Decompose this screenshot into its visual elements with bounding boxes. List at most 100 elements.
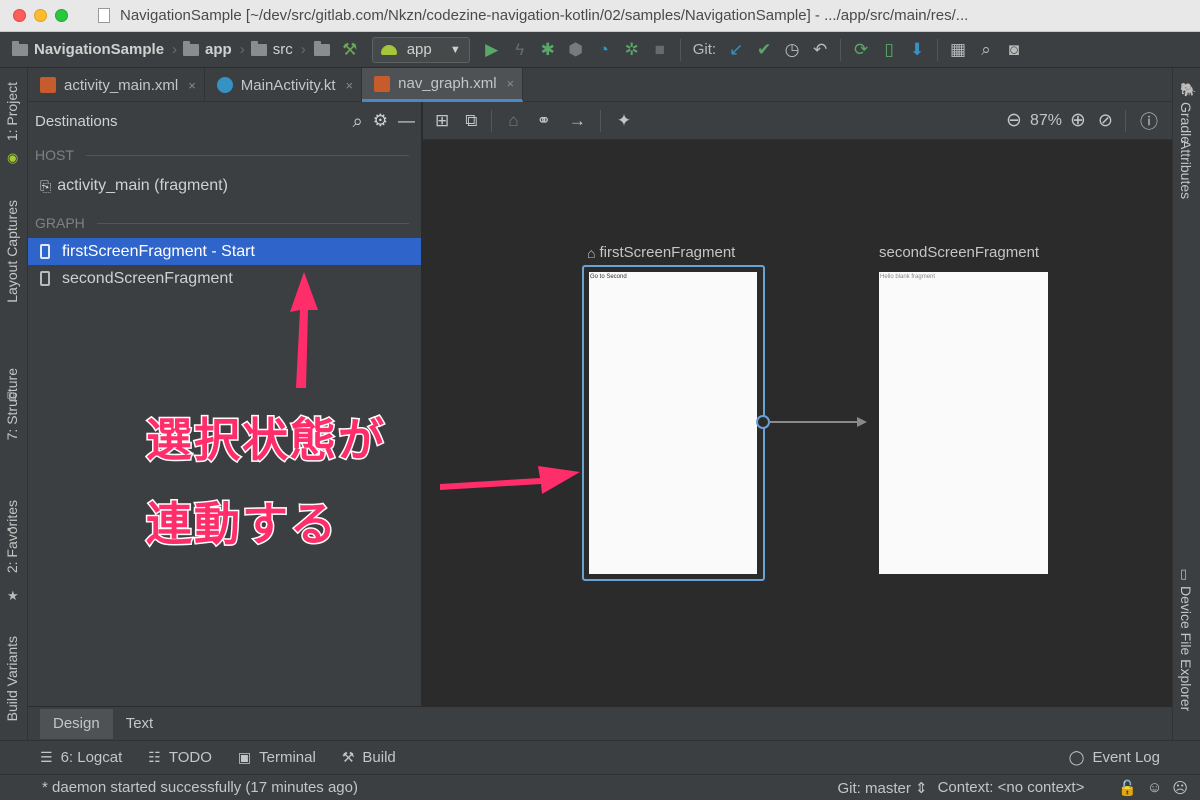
- happy-face-icon[interactable]: ☺: [1147, 779, 1162, 796]
- first-fragment-label: firstScreenFragment: [599, 244, 736, 261]
- chevron-right-icon: ›: [239, 41, 245, 58]
- git-revert-icon[interactable]: ↶: [806, 36, 834, 64]
- layout-file-icon: ⎘: [40, 177, 52, 194]
- lock-icon[interactable]: 🔓: [1118, 779, 1137, 797]
- stop-icon[interactable]: ■: [646, 36, 674, 64]
- android-icon: [380, 44, 397, 55]
- tab-activity-main[interactable]: activity_main.xml ×: [28, 68, 205, 102]
- new-destination-icon[interactable]: ⊞: [435, 111, 449, 131]
- dropdown-arrow-icon: ▼: [449, 43, 461, 56]
- destination-item-first-screen[interactable]: firstScreenFragment - Start: [28, 238, 421, 265]
- run-icon[interactable]: ▶: [478, 36, 506, 64]
- debug-icon[interactable]: ✱: [534, 36, 562, 64]
- sync-gradle-icon[interactable]: ⟳: [847, 36, 875, 64]
- avd-manager-icon[interactable]: ▯: [875, 36, 903, 64]
- zoom-to-fit-icon[interactable]: ⊘: [1098, 110, 1113, 131]
- kotlin-class-icon: [216, 77, 233, 93]
- nested-graph-icon[interactable]: ⧉: [465, 111, 477, 131]
- auto-arrange-icon[interactable]: ✦: [617, 111, 631, 131]
- terminal-icon: ▣: [237, 749, 252, 765]
- folder-icon[interactable]: [313, 40, 330, 56]
- add-action-icon[interactable]: →: [569, 111, 586, 131]
- phone-icon: [40, 271, 50, 286]
- sdk-manager-icon[interactable]: ⬇: [903, 36, 931, 64]
- context-widget[interactable]: Context: <no context>: [938, 779, 1085, 796]
- layout-captures-tool-tab[interactable]: Layout Captures: [4, 200, 20, 303]
- close-tab-icon[interactable]: ×: [346, 78, 354, 93]
- close-tab-icon[interactable]: ×: [507, 76, 515, 91]
- attributes-tool-tab[interactable]: Attributes: [1178, 140, 1194, 199]
- status-message[interactable]: * daemon started successfully (17 minute…: [42, 779, 358, 796]
- zoom-window-button[interactable]: [55, 9, 68, 22]
- tab-nav-graph[interactable]: nav_graph.xml ×: [362, 68, 524, 102]
- start-home-icon: ⌂: [587, 244, 596, 261]
- star-icon: ★: [7, 588, 19, 603]
- gear-icon[interactable]: ⚙: [373, 111, 388, 132]
- close-window-button[interactable]: [13, 9, 26, 22]
- git-branch-widget[interactable]: Git: master ⇕: [837, 779, 927, 797]
- search-icon[interactable]: ⌕: [353, 111, 363, 132]
- zoom-out-icon[interactable]: ⊖: [1006, 109, 1022, 132]
- git-commit-icon[interactable]: ✔: [750, 36, 778, 64]
- first-screen-fragment[interactable]: Go to Second: [589, 272, 757, 574]
- second-screen-fragment[interactable]: Hello blank fragment: [879, 272, 1048, 574]
- tab-label: nav_graph.xml: [398, 75, 497, 92]
- host-item[interactable]: ⎘ activity_main (fragment): [28, 170, 421, 202]
- logcat-icon: ☰: [40, 749, 53, 765]
- tab-main-activity[interactable]: MainActivity.kt ×: [205, 68, 363, 102]
- warning-icon[interactable]: ⓘ: [1140, 108, 1158, 134]
- deep-link-icon[interactable]: ⚭: [537, 111, 551, 131]
- device-file-explorer-tool-tab[interactable]: Device File Explorer: [1178, 586, 1194, 711]
- close-tab-icon[interactable]: ×: [188, 78, 196, 93]
- destination-item-second-screen[interactable]: secondScreenFragment: [28, 265, 421, 292]
- breadcrumb-app[interactable]: app: [183, 40, 232, 58]
- todo-icon: ☷: [148, 749, 161, 765]
- terminal-tool-button[interactable]: ▣ Terminal: [238, 749, 316, 766]
- logcat-tool-button[interactable]: ☰ 6: Logcat: [40, 749, 122, 766]
- destination-label: secondScreenFragment: [62, 269, 233, 287]
- build-hammer-icon[interactable]: ⚒: [336, 36, 364, 64]
- profile-icon[interactable]: ◔: [590, 36, 618, 64]
- canvas-toolbar: ⊞ ⧉ ⌂ ⚭ → ✦ ⊖ 87% ⊕ ⊘ ⓘ: [423, 102, 1172, 140]
- event-log-tool-button[interactable]: ◯ Event Log: [1069, 749, 1160, 766]
- breadcrumb-project[interactable]: NavigationSample: [12, 40, 165, 58]
- git-update-icon[interactable]: ↙: [722, 36, 750, 64]
- breadcrumb-label: NavigationSample: [34, 41, 165, 58]
- toolbar-separator: [1125, 109, 1126, 132]
- action-arrow[interactable]: [753, 412, 873, 432]
- apply-changes-icon[interactable]: ϟ: [506, 36, 534, 64]
- git-history-icon[interactable]: ◷: [778, 36, 806, 64]
- zoom-in-icon[interactable]: ⊕: [1070, 109, 1086, 132]
- tool-window-bar: ☰ 6: Logcat ☷ TODO ▣ Terminal ⚒ Build ◯ …: [0, 740, 1200, 774]
- structure-tool-tab[interactable]: 7: Structure: [4, 368, 20, 440]
- tab-design[interactable]: Design: [40, 708, 113, 739]
- event-log-icon: ◯: [1068, 749, 1085, 765]
- collapse-icon[interactable]: —: [398, 111, 415, 132]
- divider: [96, 222, 409, 224]
- sad-face-icon[interactable]: ☹: [1172, 779, 1188, 797]
- build-tool-button[interactable]: ⚒ Build: [342, 749, 396, 766]
- favorites-tool-tab[interactable]: 2: Favorites: [4, 500, 20, 573]
- hammer-icon: ⚒: [341, 749, 355, 765]
- run-config-select[interactable]: app ▼: [371, 36, 470, 63]
- editor-tabs: activity_main.xml × MainActivity.kt × na…: [28, 68, 1172, 102]
- debug-android-icon[interactable]: ✲: [618, 36, 646, 64]
- project-structure-icon[interactable]: ▦: [944, 36, 972, 64]
- first-fragment-title: ⌂ firstScreenFragment: [587, 244, 735, 261]
- minimize-window-button[interactable]: [34, 9, 47, 22]
- build-label: Build: [362, 749, 396, 766]
- home-icon[interactable]: ⌂: [508, 111, 518, 131]
- action-anchor[interactable]: [756, 415, 770, 429]
- editor-mode-tabs: Design Text: [28, 706, 1172, 740]
- attach-debugger-icon[interactable]: ⬢: [562, 36, 590, 64]
- todo-tool-button[interactable]: ☷ TODO: [148, 749, 212, 766]
- user-icon[interactable]: ◙: [1000, 36, 1028, 64]
- nav-graph-canvas[interactable]: ⌂ firstScreenFragment Go to Second secon…: [423, 140, 1172, 706]
- tab-text[interactable]: Text: [113, 709, 167, 739]
- main-toolbar: NavigationSample › app › src › ⚒ app ▼ ▶…: [0, 32, 1200, 68]
- breadcrumb-src[interactable]: src: [250, 40, 293, 58]
- window-title: NavigationSample [~/dev/src/gitlab.com/N…: [120, 7, 969, 24]
- search-everywhere-icon[interactable]: ⌕: [972, 36, 1000, 64]
- project-tool-tab[interactable]: 1: Project: [4, 82, 20, 141]
- build-variants-tool-tab[interactable]: Build Variants: [4, 636, 20, 721]
